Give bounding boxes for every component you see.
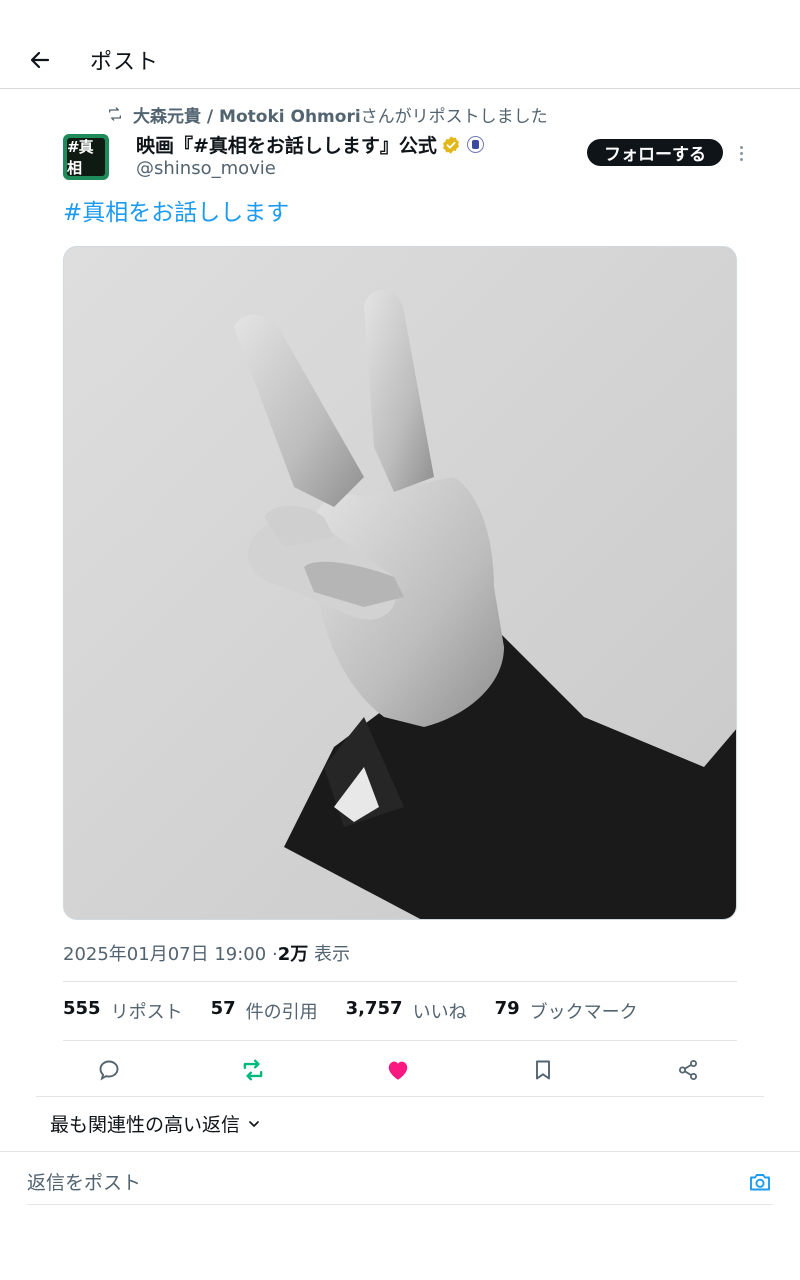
bookmark-icon <box>536 1060 550 1080</box>
author-name[interactable]: 映画『#真相をお話しします』公式 <box>136 131 437 158</box>
repost-user: 大森元貴 / Motoki Ohmori <box>133 106 361 127</box>
author-handle[interactable]: @shinso_movie <box>136 158 276 179</box>
reply-sort-label: 最も関連性の高い返信 <box>50 1114 241 1136</box>
post-image[interactable] <box>63 246 737 920</box>
stat-number: 3,757 <box>345 998 403 1019</box>
divider <box>63 1040 737 1041</box>
reply-input[interactable] <box>27 1168 587 1198</box>
divider <box>63 981 737 982</box>
reply-button[interactable] <box>91 1052 127 1088</box>
stat-number: 79 <box>494 998 520 1019</box>
header-divider <box>0 88 800 89</box>
avatar-text: #真相 <box>67 138 105 177</box>
camera-icon <box>750 1174 770 1191</box>
bookmark-button[interactable] <box>525 1052 561 1088</box>
view-label: 表示 <box>313 944 350 965</box>
author-name-row: 映画『#真相をお話しします』公式 <box>136 131 484 158</box>
page-title: ポスト <box>90 50 160 75</box>
camera-button[interactable] <box>745 1168 775 1196</box>
back-button[interactable] <box>22 42 58 78</box>
verified-badge-icon[interactable] <box>441 135 461 155</box>
affiliation-badge-icon[interactable] <box>466 136 484 153</box>
more-options-icon[interactable] <box>732 142 750 164</box>
stat-label: 件の引用 <box>245 1002 318 1023</box>
stat-label: ブックマーク <box>529 1002 638 1023</box>
action-bar <box>63 1052 737 1088</box>
divider <box>36 1096 764 1097</box>
arrow-left-icon <box>30 51 50 69</box>
peace-sign-hand-photo <box>64 247 736 919</box>
repost-icon <box>243 1059 263 1081</box>
repost-suffix: さんがリポストしました <box>360 106 548 127</box>
repost-text[interactable]: 大森元貴 / Motoki Ohmoriさんがリポストしました <box>133 102 548 127</box>
like-button[interactable] <box>380 1052 416 1088</box>
share-icon <box>679 1060 697 1080</box>
divider <box>0 1151 800 1152</box>
view-count: 2万 <box>277 944 309 965</box>
stat-bookmarks[interactable]: 79 ブックマーク <box>495 998 638 1024</box>
stat-quotes[interactable]: 57 件の引用 <box>211 998 318 1024</box>
stat-number: 555 <box>63 998 101 1019</box>
post-hashtag-link[interactable]: #真相をお話しします <box>63 193 289 227</box>
chevron-down-icon <box>249 1120 259 1127</box>
top-bar: ポスト <box>0 30 800 88</box>
repost-context: 大森元貴 / Motoki Ohmoriさんがリポストしました <box>107 102 548 127</box>
stat-reposts[interactable]: 555 リポスト <box>63 998 183 1024</box>
stat-likes[interactable]: 3,757 いいね <box>346 998 467 1024</box>
avatar[interactable]: #真相 <box>63 134 109 180</box>
stat-label: リポスト <box>110 1002 183 1023</box>
share-button[interactable] <box>670 1052 706 1088</box>
stat-label: いいね <box>412 1002 467 1023</box>
repost-icon <box>109 107 121 121</box>
reply-icon <box>99 1060 119 1081</box>
divider <box>27 1204 773 1205</box>
post-meta: 2025年01月07日 19:00 ·2万 表示 <box>63 940 350 966</box>
post-timestamp[interactable]: 2025年01月07日 19:00 <box>63 944 266 965</box>
repost-button[interactable] <box>235 1052 271 1088</box>
reply-sort-dropdown[interactable]: 最も関連性の高い返信 <box>50 1110 262 1137</box>
post-stats: 555 リポスト 57 件の引用 3,757 いいね 79 ブックマーク <box>63 998 638 1024</box>
stat-number: 57 <box>210 998 236 1019</box>
follow-button[interactable]: フォローする <box>587 139 723 166</box>
heart-filled-icon <box>388 1061 408 1080</box>
